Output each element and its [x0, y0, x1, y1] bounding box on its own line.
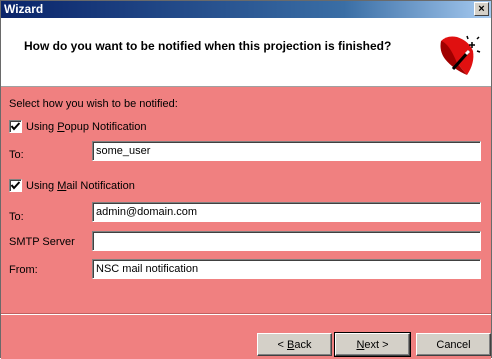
page-question: How do you want to be notified when this…	[24, 39, 392, 53]
smtp-server-label: SMTP Server	[9, 236, 75, 248]
checkmark-icon	[11, 181, 20, 190]
magic-wand-icon	[439, 33, 481, 78]
mail-notification-label[interactable]: Using Mail Notification	[26, 180, 135, 192]
window-title: Wizard	[4, 2, 44, 16]
footer-separator	[1, 314, 491, 315]
mail-notification-checkbox[interactable]	[9, 179, 22, 192]
mail-label-pre: Using	[26, 180, 58, 192]
popup-label-pre: Using	[26, 121, 58, 133]
popup-to-input[interactable]	[92, 141, 481, 161]
smtp-server-input[interactable]	[92, 231, 481, 251]
next-label-post: ext >	[364, 339, 389, 351]
close-button[interactable]: ×	[474, 2, 489, 16]
popup-label-post: opup Notification	[64, 121, 147, 133]
mail-label-post: ail Notification	[66, 180, 135, 192]
button-bar: < Back Next > Cancel	[1, 313, 491, 359]
close-icon: ×	[478, 3, 485, 15]
wizard-window: Wizard × How do you want to be notified …	[0, 0, 492, 359]
wizard-header: How do you want to be notified when this…	[1, 18, 491, 87]
popup-notification-checkbox[interactable]	[9, 120, 22, 133]
mail-from-input[interactable]	[92, 259, 481, 279]
back-label-post: ack	[294, 339, 312, 351]
back-label-pre: <	[277, 339, 287, 351]
popup-to-label: To:	[9, 149, 24, 161]
mail-to-input[interactable]	[92, 202, 481, 222]
popup-label-accelerator: P	[57, 121, 65, 133]
back-button[interactable]: < Back	[257, 333, 332, 356]
popup-notification-label[interactable]: Using Popup Notification	[26, 121, 146, 133]
mail-from-label: From:	[9, 264, 38, 276]
checkmark-icon	[11, 122, 20, 131]
notification-panel: Select how you wish to be notified: Usin…	[1, 87, 491, 313]
instruction-label: Select how you wish to be notified:	[9, 98, 178, 110]
cancel-button[interactable]: Cancel	[416, 333, 491, 356]
next-button[interactable]: Next >	[334, 332, 411, 357]
mail-to-label: To:	[9, 211, 24, 223]
title-bar[interactable]: Wizard ×	[1, 1, 491, 18]
mail-label-accelerator: M	[57, 180, 67, 192]
